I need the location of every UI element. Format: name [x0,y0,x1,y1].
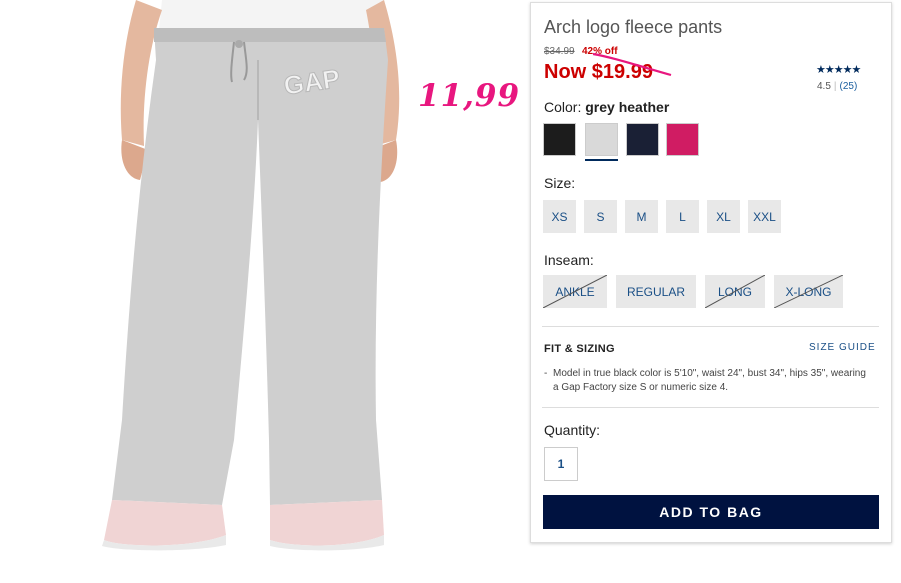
sale-price: Now $19.99 [544,61,653,83]
inseam-option-x-long[interactable]: X-LONG [774,275,843,308]
add-to-bag-button[interactable]: ADD TO BAG [543,495,879,529]
unavailable-slash-icon [705,275,765,308]
unavailable-slash-icon [543,275,607,308]
rating-stars-icon[interactable]: ★★★★★ [816,63,861,76]
fit-note-text: Model in true black color is 5'10", wais… [553,368,866,393]
fit-sizing-heading: FIT & SIZING [544,343,615,355]
discount-badge: 42% off [582,46,618,57]
size-option-xxl[interactable]: XXL [748,200,781,233]
rating-value: 4.5 [817,81,831,92]
rating-summary[interactable]: 4.5 | (25) [817,81,857,92]
size-option-m[interactable]: M [625,200,658,233]
selected-swatch-indicator [585,159,618,161]
swatch-grey-heather[interactable] [585,123,618,156]
color-label: Color: grey heather [544,99,670,115]
selected-color-name: grey heather [585,99,670,115]
product-title: Arch logo fleece pants [544,17,723,37]
swatch-black[interactable] [543,123,576,156]
review-count-link[interactable]: (25) [840,81,858,92]
size-label: Size: [544,175,576,191]
product-image: GAP [44,0,444,560]
divider [542,326,879,327]
size-guide-link[interactable]: SIZE GUIDE [809,342,876,353]
inseam-option-regular[interactable]: REGULAR [616,275,696,308]
size-option-xs[interactable]: XS [543,200,576,233]
unavailable-slash-icon [774,275,843,308]
inseam-label: Inseam: [544,252,594,268]
fit-note: - Model in true black color is 5'10", wa… [544,367,874,395]
size-option-s[interactable]: S [584,200,617,233]
size-option-l[interactable]: L [666,200,699,233]
divider [542,407,879,408]
original-price: $34.99 [544,46,575,57]
quantity-input[interactable]: 1 [544,447,578,481]
product-details-panel: Arch logo fleece pants $34.99 42% off No… [530,2,892,543]
swatch-navy[interactable] [626,123,659,156]
bullet-dash: - [544,368,548,379]
size-option-xl[interactable]: XL [707,200,740,233]
swatch-pink[interactable] [666,123,699,156]
inseam-option-long[interactable]: LONG [705,275,765,308]
inseam-option-ankle[interactable]: ANKLE [543,275,607,308]
handwritten-price-annotation: 11,99 [418,78,521,114]
quantity-label: Quantity: [544,422,601,438]
